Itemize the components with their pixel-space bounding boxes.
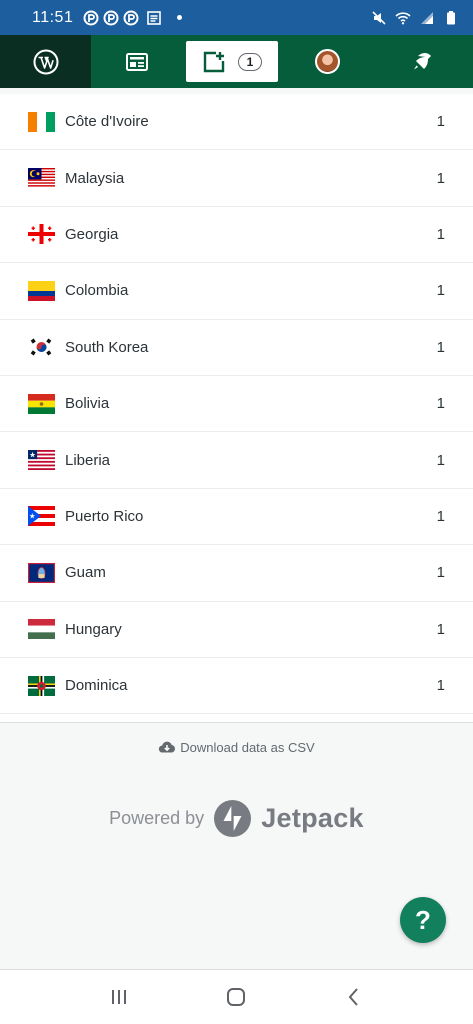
- system-status-icons: [371, 10, 459, 26]
- mute-icon: [372, 10, 386, 25]
- view-count: 1: [436, 451, 445, 469]
- battery-icon: [447, 10, 455, 24]
- reader-icon: [125, 52, 148, 71]
- tab-reader[interactable]: [91, 35, 182, 88]
- country-name: Georgia: [65, 225, 119, 243]
- country-name: Liberia: [65, 451, 111, 469]
- p-icon: [103, 10, 119, 25]
- flag-colombia-icon: [28, 280, 55, 301]
- help-icon: ?: [415, 904, 431, 935]
- notifications-icon: [414, 52, 431, 69]
- flag-georgia-icon: [28, 224, 55, 245]
- divider: [0, 722, 473, 723]
- write-post-button[interactable]: 1: [186, 41, 278, 82]
- cloud-download-icon: [159, 741, 176, 753]
- list-item[interactable]: Dominica 1: [0, 658, 473, 715]
- country-name: Malaysia: [65, 169, 125, 187]
- view-count: 1: [436, 169, 445, 187]
- app-nav-bar: 1: [0, 35, 473, 88]
- view-count: 1: [436, 338, 445, 356]
- country-name: South Korea: [65, 338, 149, 356]
- country-views-list: Côte d'Ivoire 1 Malaysia 1 Georgia 1 Col…: [0, 94, 473, 722]
- help-button[interactable]: ?: [400, 897, 446, 943]
- powered-by-jetpack: Powered by Jetpack: [0, 800, 473, 837]
- flag-malaysia-icon: [28, 168, 55, 189]
- list-item[interactable]: Côte d'Ivoire 1: [0, 94, 473, 151]
- view-count: 1: [436, 677, 445, 695]
- tab-write[interactable]: 1: [182, 35, 282, 88]
- jetpack-wordmark: Jetpack: [261, 803, 364, 833]
- list-item[interactable]: Hungary 1: [0, 602, 473, 658]
- flag-dominica-icon: [28, 675, 55, 696]
- write-post-icon: [203, 51, 225, 72]
- view-count: 1: [436, 113, 445, 131]
- view-count: 1: [436, 395, 445, 413]
- country-name: Hungary: [65, 620, 122, 638]
- tab-notifications[interactable]: [373, 35, 473, 88]
- jetpack-logo-icon: [214, 800, 252, 837]
- system-navigation-bar: [0, 969, 473, 1024]
- flag-hungary-icon: [28, 619, 55, 640]
- wordpress-logo-icon: [33, 49, 58, 74]
- list-item[interactable]: Georgia 1: [0, 207, 473, 264]
- list-item[interactable]: Malaysia 1: [0, 150, 473, 207]
- home-icon[interactable]: [225, 986, 247, 1008]
- flag-cote-divoire-icon: [28, 111, 55, 132]
- country-name: Dominica: [65, 677, 128, 695]
- country-name: Côte d'Ivoire: [65, 113, 149, 131]
- p-icon: [123, 10, 139, 25]
- download-label: Download data as CSV: [180, 739, 315, 755]
- country-name: Guam: [65, 564, 106, 582]
- tab-me[interactable]: [282, 35, 373, 88]
- status-time: 11:51: [32, 8, 74, 26]
- wifi-icon: [395, 11, 411, 24]
- view-count: 1: [436, 282, 445, 300]
- back-icon[interactable]: [343, 986, 365, 1008]
- p-icon: [83, 10, 99, 25]
- flag-puerto-rico-icon: [28, 506, 55, 527]
- flag-liberia-icon: [28, 450, 55, 471]
- status-bar: 11:51: [0, 0, 473, 35]
- recent-apps-icon[interactable]: [108, 986, 130, 1008]
- list-item[interactable]: Colombia 1: [0, 263, 473, 320]
- view-count: 1: [436, 620, 445, 638]
- list-item[interactable]: Guam 1: [0, 545, 473, 602]
- tab-my-site[interactable]: [0, 35, 91, 88]
- powered-by-label: Powered by: [109, 808, 205, 828]
- country-name: Colombia: [65, 282, 129, 300]
- note-icon: [147, 10, 162, 25]
- flag-bolivia-icon: [28, 393, 55, 414]
- flag-south-korea-icon: [28, 337, 55, 358]
- list-item[interactable]: Liberia 1: [0, 432, 473, 489]
- view-count: 1: [436, 564, 445, 582]
- avatar: [315, 49, 340, 74]
- list-item[interactable]: Bolivia 1: [0, 376, 473, 433]
- list-item[interactable]: South Korea 1: [0, 320, 473, 376]
- country-name: Bolivia: [65, 395, 110, 413]
- view-count: 1: [436, 507, 445, 525]
- flag-guam-icon: [28, 562, 55, 583]
- list-item[interactable]: Puerto Rico 1: [0, 489, 473, 546]
- country-name: Puerto Rico: [65, 507, 144, 525]
- signal-icon: [421, 11, 433, 24]
- more-notifications-dot: [177, 15, 183, 20]
- download-csv-link[interactable]: Download data as CSV: [0, 738, 473, 756]
- drafts-count-badge: 1: [238, 52, 262, 71]
- view-count: 1: [436, 225, 445, 243]
- notification-icons: [83, 10, 183, 26]
